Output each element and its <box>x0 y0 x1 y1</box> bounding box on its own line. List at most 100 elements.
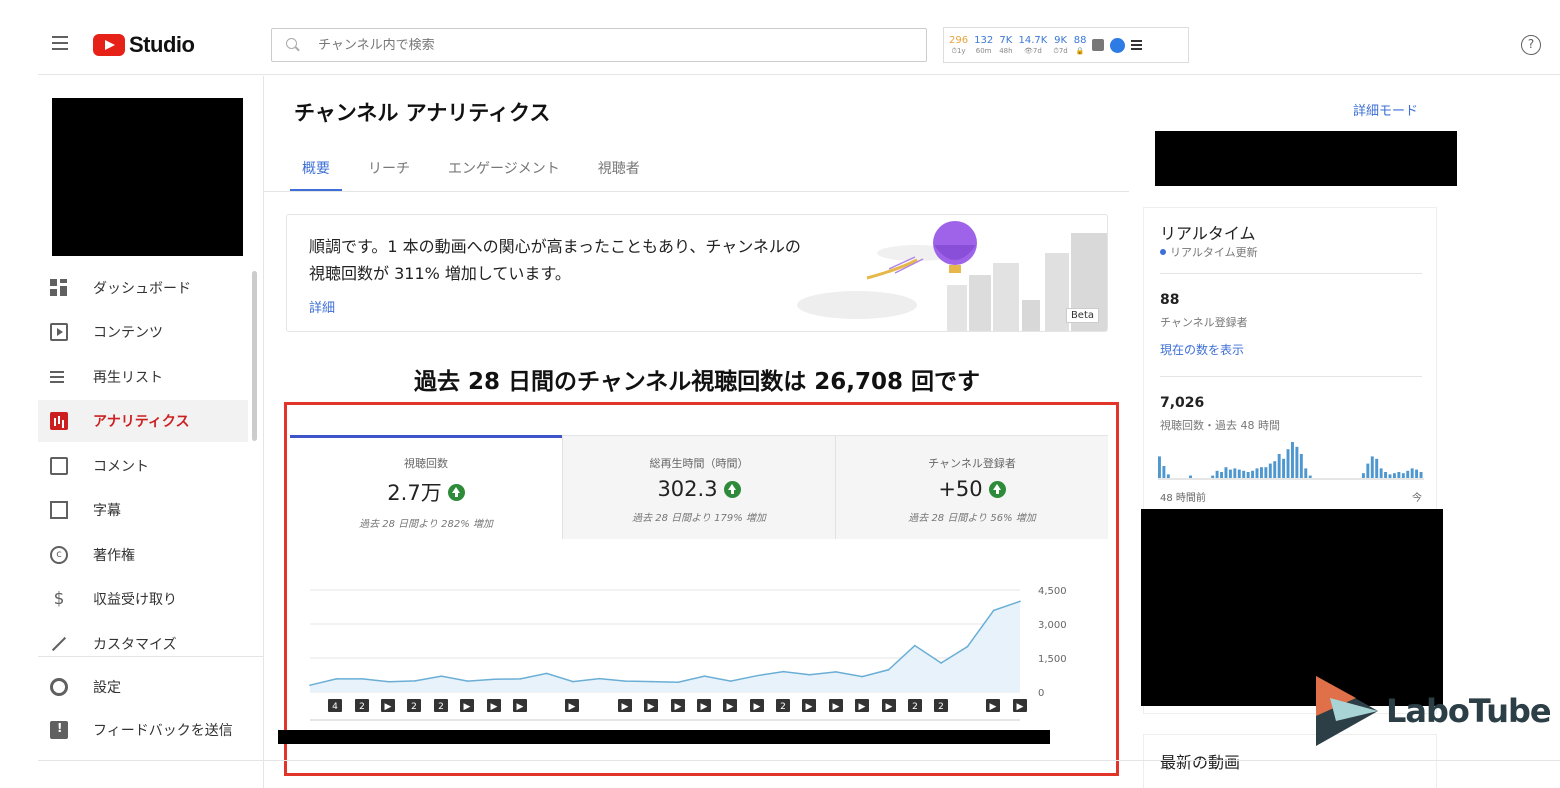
menu-icon[interactable] <box>1131 40 1143 50</box>
copyright-icon: c <box>50 546 68 564</box>
tab-2[interactable]: エンゲージメント <box>436 148 572 192</box>
video-marker-label: ▶ <box>491 702 498 712</box>
analytics-icon[interactable] <box>1092 39 1105 51</box>
labotube-watermark: LaboTube <box>1316 676 1552 746</box>
tab-0[interactable]: 概要 <box>290 148 342 192</box>
sidebar-item-wand[interactable]: カスタマイズ <box>38 623 248 665</box>
data-point <box>914 644 916 647</box>
data-point <box>414 680 416 682</box>
data-point <box>440 675 443 677</box>
views-chart[interactable]: 4,500 3,000 1,500 0 4 2 ▶ 2 2 ▶ ▶ ▶ ▶ ▶ ▶ ▶ ▶ ▶ ▶ 2 ▶ ▶ ▶ ▶ 2 2 ▶ ▶ <box>290 575 1080 725</box>
show-current-count-link[interactable]: 現在の数を表示 <box>1160 341 1244 358</box>
metric-value: +50 <box>938 477 983 501</box>
views-headline: 過去 28 日間のチャンネル視聴回数は 26,708 回です <box>413 369 981 395</box>
sidebar-item-analytics[interactable]: アナリティクス <box>38 400 248 442</box>
sidebar-item-label: フィードバックを送信 <box>93 723 233 739</box>
sidebar-item-feedback[interactable]: フィードバックを送信 <box>38 709 248 751</box>
analytics-tabs: 概要 リーチ エンゲージメント 視聴者 <box>290 148 666 192</box>
data-point <box>388 681 390 683</box>
realtime-axis-end: 今 <box>1412 493 1422 504</box>
video-marker-label: ▶ <box>727 702 734 712</box>
realtime-bar <box>1162 466 1166 478</box>
sidebar-scrollbar[interactable] <box>252 271 257 441</box>
tabs-divider <box>264 191 1129 192</box>
dollar-icon: $ <box>53 589 65 609</box>
ext-stat-sub: ⏱1y <box>951 46 966 55</box>
realtime-bar <box>1384 472 1388 478</box>
realtime-bar <box>1366 463 1370 478</box>
sidebar-item-copyright[interactable]: c 著作権 <box>38 534 248 576</box>
metric-label: 視聴回数 <box>404 457 448 470</box>
metric-change: 過去 28 日間より 179% 増加 <box>632 513 766 524</box>
realtime-bar <box>1282 458 1286 478</box>
data-point <box>651 680 653 683</box>
help-icon[interactable]: ? <box>1521 35 1541 55</box>
sidebar-item-comment[interactable]: コメント <box>38 445 248 487</box>
extension-stats-bar[interactable]: 296 ⏱1y 132 60m 7K 48h 14.7K 👁7d 9K ⏱7d 88 🔒 <box>943 27 1189 63</box>
sidebar-item-subtitle[interactable]: 字幕 <box>38 489 248 531</box>
realtime-update-text: リアルタイム更新 <box>1170 246 1258 259</box>
sidebar: ダッシュボードコンテンツ 再生リスト アナリティクスコメント字幕 c 著作権 $ 収益受け取… <box>38 76 264 788</box>
video-marker-label: ▶ <box>990 702 997 712</box>
tab-3[interactable]: 視聴者 <box>586 148 652 192</box>
video-marker-label: ▶ <box>675 702 682 712</box>
data-point <box>756 674 758 677</box>
sidebar-item-dollar[interactable]: $ 収益受け取り <box>38 578 248 620</box>
metric-tab[interactable]: チャンネル登録者 +50 過去 28 日間より 56% 増加 <box>835 435 1108 539</box>
insight-card: 順調です。1 本の動画への関心が高まったこともあり、チャンネルの視聴回数が 31… <box>286 214 1108 332</box>
y-tick-label: 1,500 <box>1038 654 1067 665</box>
realtime-bar <box>1264 467 1268 478</box>
ext-stat: 14.7K 👁7d <box>1019 35 1048 55</box>
sidebar-item-dashboard[interactable]: ダッシュボード <box>38 267 248 309</box>
gear-icon <box>50 678 68 696</box>
data-point <box>677 681 679 684</box>
sidebar-item-label: コメント <box>93 459 149 475</box>
metric-value-row: 2.7万 <box>290 477 562 507</box>
content-icon <box>50 323 68 341</box>
sidebar-item-label: 設定 <box>93 680 121 696</box>
data-point <box>703 675 706 677</box>
realtime-bar <box>1233 468 1237 478</box>
data-point <box>598 677 601 680</box>
video-marker-label: 4 <box>332 702 338 712</box>
comment-icon <box>50 457 68 475</box>
metric-tab[interactable]: 視聴回数 2.7万 過去 28 日間より 282% 増加 <box>290 435 562 539</box>
ext-stat-value: 7K <box>999 34 1013 46</box>
metric-label: 総再生時間（時間） <box>649 457 749 470</box>
ext-stat-value: 88 <box>1073 34 1087 46</box>
sidebar-item-gear[interactable]: 設定 <box>38 666 248 708</box>
insight-details-link[interactable]: 詳細 <box>309 297 335 316</box>
sidebar-item-label: カスタマイズ <box>93 637 177 653</box>
search-bar[interactable] <box>271 28 927 62</box>
ext-stat-value: 132 <box>974 34 994 46</box>
redacted-region <box>278 730 1050 744</box>
realtime-subscribers-label: チャンネル登録者 <box>1160 316 1248 329</box>
search-input[interactable] <box>318 37 878 53</box>
realtime-bar <box>1259 467 1263 478</box>
extension-logo-icon[interactable] <box>1110 37 1126 53</box>
dashboard-icon <box>50 279 68 297</box>
beta-badge: Beta <box>1065 308 1099 323</box>
realtime-bar <box>1220 472 1223 478</box>
realtime-bar-chart[interactable] <box>1158 440 1424 480</box>
labotube-logo-icon <box>1316 676 1378 746</box>
video-marker-label: 2 <box>912 702 918 712</box>
realtime-bar <box>1406 470 1410 478</box>
redacted-region <box>1155 131 1457 186</box>
realtime-bar <box>1246 472 1250 478</box>
sidebar-item-label: ダッシュボード <box>93 281 191 297</box>
realtime-bar <box>1215 470 1219 478</box>
video-marker-label: ▶ <box>833 702 840 712</box>
hamburger-menu-icon[interactable] <box>52 36 68 50</box>
sidebar-item-content[interactable]: コンテンツ <box>38 311 248 353</box>
studio-logo[interactable]: Studio <box>93 32 195 58</box>
sidebar-item-playlist[interactable]: 再生リスト <box>38 356 248 398</box>
metric-value: 302.3 <box>657 477 718 501</box>
playlist-icon <box>50 368 68 386</box>
realtime-bar <box>1375 458 1379 478</box>
metric-tab[interactable]: 総再生時間（時間） 302.3 過去 28 日間より 179% 増加 <box>562 435 835 539</box>
data-point <box>940 662 942 664</box>
tab-1[interactable]: リーチ <box>356 148 422 192</box>
advanced-mode-link[interactable]: 詳細モード <box>1353 100 1418 119</box>
divider <box>1160 376 1422 377</box>
